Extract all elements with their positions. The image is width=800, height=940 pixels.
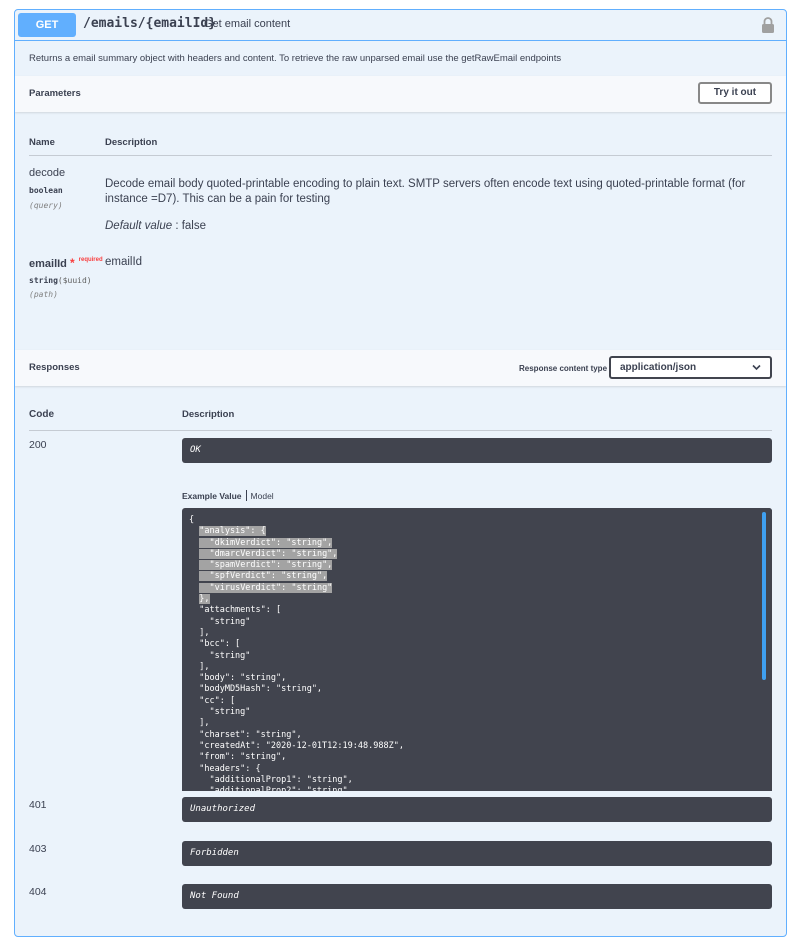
- code-line: "cc": [: [189, 695, 236, 706]
- code-line: ],: [189, 661, 210, 672]
- code-line: {: [189, 515, 195, 525]
- response-code-404: 404: [29, 886, 47, 898]
- param-default-decode: Default value : false: [105, 220, 206, 232]
- code-line: "string": [189, 616, 251, 627]
- model-tab[interactable]: Model: [251, 491, 274, 501]
- selection-highlight: "dkimVerdict": "string",: [199, 537, 333, 548]
- tab-separator: [245, 490, 247, 501]
- response-header-divider: [29, 430, 772, 431]
- code-line-selected: },: [189, 594, 404, 605]
- responses-header: Responses Response content type applicat…: [15, 350, 786, 386]
- code-line-selected: "spamVerdict": "string",: [189, 560, 404, 571]
- param-name-decode: decode: [29, 167, 66, 179]
- param-type-emailid-text: string: [29, 276, 58, 285]
- param-description-decode: Decode email body quoted-printable encod…: [105, 178, 746, 205]
- code-scrollbar-thumb[interactable]: [762, 512, 766, 680]
- responses-title: Responses: [29, 362, 80, 373]
- code-line: "bodyMD5Hash": "string",: [189, 684, 323, 695]
- operation-description: Returns a email summary object with head…: [29, 53, 562, 64]
- operation-summary-text: Get email content: [204, 18, 291, 30]
- response-desc-text: OK: [190, 445, 201, 455]
- operation-block: GET /emails/{emailId} Get email content …: [14, 9, 787, 937]
- selection-highlight: "spfVerdict": "string",: [199, 571, 328, 582]
- parameters-title: Parameters: [29, 88, 81, 99]
- response-code-401: 401: [29, 799, 47, 811]
- code-line: "headers": {: [189, 763, 261, 774]
- response-desc-403: Forbidden: [182, 841, 772, 866]
- code-line: ],: [189, 627, 210, 638]
- response-desc-text: Unauthorized: [190, 804, 256, 814]
- response-code-403: 403: [29, 843, 47, 855]
- content-type-select[interactable]: application/json: [609, 356, 772, 379]
- code-line: "charset": "string",: [189, 729, 302, 740]
- code-line: "additionalProp2": "string",: [189, 786, 404, 791]
- response-desc-text: Not Found: [190, 891, 239, 901]
- code-line: "attachments": [: [189, 605, 282, 616]
- response-desc-401: Unauthorized: [182, 797, 772, 822]
- param-col-name: Name: [29, 137, 55, 148]
- code-line-selected: "virusVerdict": "string": [189, 582, 404, 594]
- code-line-selected: "dmarcVerdict": "string",: [189, 548, 404, 560]
- required-label: required: [78, 257, 103, 263]
- default-value: : false: [172, 220, 207, 232]
- code-line: "string": [189, 650, 251, 661]
- default-value-label: Default value: [105, 220, 173, 232]
- example-value-code[interactable]: { "analysis": { "dkimVerdict": "string",…: [182, 508, 772, 791]
- selection-highlight: "virusVerdict": "string": [199, 582, 333, 593]
- param-header-divider: [29, 155, 772, 156]
- param-col-description: Description: [105, 137, 158, 148]
- code-line-selected: "dkimVerdict": "string",: [189, 537, 404, 549]
- response-col-code: Code: [29, 409, 54, 420]
- param-in-emailid: (path): [29, 290, 58, 299]
- param-type-decode: boolean: [29, 186, 63, 195]
- param-name-emailid: emailId * required: [29, 256, 103, 270]
- chevron-down-icon: [752, 364, 761, 371]
- param-description-emailid: emailId: [105, 256, 143, 268]
- param-format-emailid: ($uuid): [57, 276, 92, 285]
- code-line: "string": [189, 707, 251, 718]
- selection-highlight: "analysis": {: [199, 526, 266, 537]
- selection-highlight: },: [199, 594, 210, 605]
- response-desc-200: OK: [182, 438, 772, 463]
- operation-path: /emails/{emailId}: [83, 16, 217, 31]
- content-type-value: application/json: [620, 362, 697, 373]
- code-line: "bcc": [: [189, 639, 241, 650]
- param-name-emailid-text: emailId: [29, 258, 67, 270]
- selection-highlight: "dmarcVerdict": "string",: [199, 548, 338, 559]
- lock-icon[interactable]: [761, 16, 775, 34]
- code-line: "additionalProp1": "string",: [189, 774, 353, 785]
- required-mark: *: [69, 256, 75, 270]
- response-col-description: Description: [182, 409, 235, 420]
- response-code-200: 200: [29, 439, 47, 451]
- selection-highlight: "spamVerdict": "string",: [199, 560, 333, 571]
- parameters-header: Parameters Try it out: [15, 76, 786, 112]
- method-badge: GET: [18, 13, 76, 37]
- operation-summary[interactable]: GET /emails/{emailId} Get email content: [15, 10, 786, 41]
- try-it-out-button[interactable]: Try it out: [698, 82, 772, 104]
- code-line-selected: "spfVerdict": "string",: [189, 571, 404, 582]
- code-line-selected: "analysis": {: [189, 526, 404, 537]
- code-line: "body": "string",: [189, 673, 287, 684]
- example-value-tab[interactable]: Example Value: [182, 491, 242, 501]
- param-in-decode: (query): [29, 201, 63, 210]
- param-type-emailid: string($uuid): [29, 276, 92, 285]
- example-json: { "analysis": { "dkimVerdict": "string",…: [189, 515, 404, 791]
- code-line: "from": "string",: [189, 752, 287, 763]
- code-line: "createdAt": "2020-12-01T12:19:48.988Z",: [189, 740, 404, 751]
- response-desc-404: Not Found: [182, 884, 772, 909]
- response-desc-text: Forbidden: [190, 848, 239, 858]
- content-type-label: Response content type: [519, 364, 608, 373]
- example-tabs: Example Value Model: [182, 490, 274, 501]
- code-line: ],: [189, 718, 210, 729]
